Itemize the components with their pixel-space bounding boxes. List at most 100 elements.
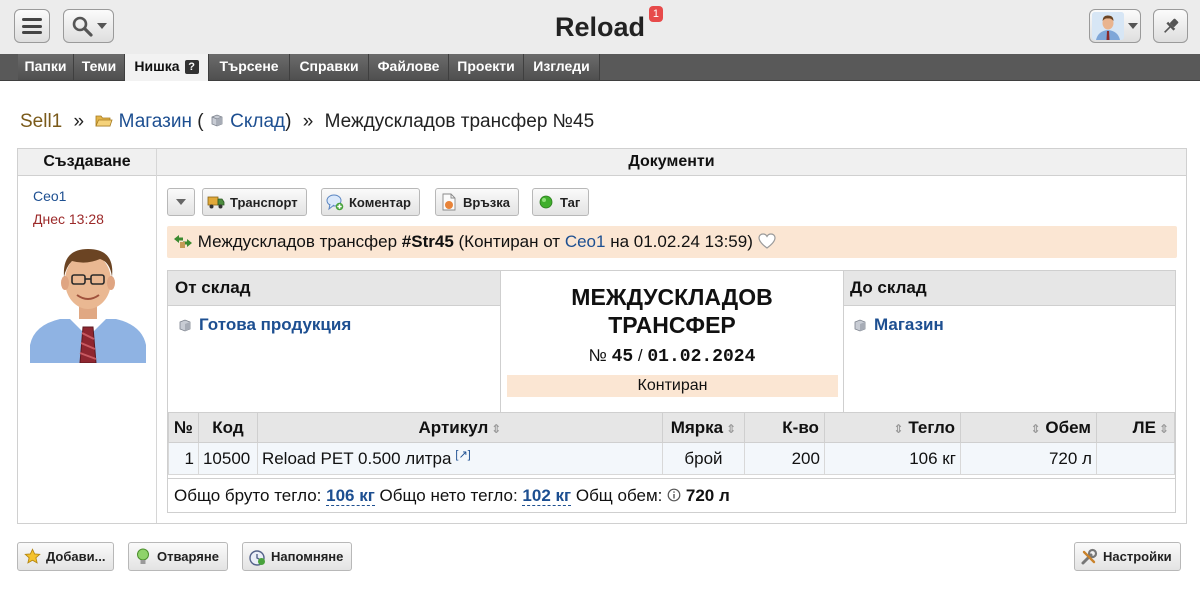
table-header-row: № Код Артикул ⇕ Мярка ⇕ К-во ⇕ Тегло ⇕ Обе… xyxy=(168,412,1176,443)
remind-button[interactable]: Напомняне xyxy=(242,542,353,571)
open-label: Отваряне xyxy=(157,549,219,564)
transport-button[interactable]: Транспорт xyxy=(202,188,307,216)
col-weight[interactable]: ⇕ Тегло xyxy=(823,412,961,443)
volume-value: 720 л xyxy=(685,486,730,505)
tab-topics[interactable]: Теми xyxy=(74,54,125,80)
cell-qty: 200 xyxy=(743,442,825,475)
remind-label: Напомняне xyxy=(271,549,344,564)
created-time: Днес 13:28 xyxy=(33,211,104,227)
tab-projects[interactable]: Проекти xyxy=(449,54,524,80)
breadcrumb-current: Междускладов трансфер №45 xyxy=(324,111,595,132)
col-le-label: ЛЕ xyxy=(1132,417,1156,437)
breadcrumb-folder-link[interactable]: Магазин xyxy=(119,111,192,132)
link-label: Връзка xyxy=(463,194,511,210)
comment-label: Коментар xyxy=(349,194,411,210)
net-weight-label: Общо нето тегло: xyxy=(379,486,518,505)
tab-views[interactable]: Изгледи xyxy=(524,54,600,80)
comment-button[interactable]: Коментар xyxy=(321,188,420,216)
to-warehouse-link[interactable]: Магазин xyxy=(874,315,944,335)
avatar xyxy=(1092,12,1124,40)
tab-files[interactable]: Файлове xyxy=(369,54,449,80)
truck-icon xyxy=(207,193,225,211)
bulb-icon xyxy=(134,548,152,566)
tag-dot-icon xyxy=(537,193,555,211)
star-icon xyxy=(23,548,41,566)
user-menu-button[interactable] xyxy=(1089,9,1141,43)
cell-code: 10500 xyxy=(197,442,258,475)
more-actions-button[interactable] xyxy=(167,188,195,216)
cell-article: Reload PET 0.500 литра [↗] xyxy=(256,442,663,475)
help-icon[interactable]: ? xyxy=(184,60,199,74)
divider xyxy=(843,271,844,412)
net-weight-value[interactable]: 102 кг xyxy=(522,486,572,506)
box-icon xyxy=(211,114,223,127)
status-date-text: на 01.02.24 13:59) xyxy=(610,232,753,251)
table-row: 1 10500 Reload PET 0.500 литра [↗] брой 2… xyxy=(168,442,1176,475)
col-volume-label: Обем xyxy=(1045,417,1091,437)
link-doc-icon xyxy=(440,193,458,211)
transfer-icon xyxy=(174,235,192,248)
gross-weight-label: Общо бруто тегло: xyxy=(174,486,322,505)
cell-weight: 106 кг xyxy=(823,442,961,475)
box-icon xyxy=(179,319,191,332)
transport-label: Транспорт xyxy=(230,194,298,210)
sort-icon: ⇕ xyxy=(1158,421,1169,436)
pin-icon xyxy=(1163,18,1178,33)
document-status-line: Междускладов трансфер #Str45 (Контиран о… xyxy=(167,226,1177,258)
document-state: Контиран xyxy=(507,375,838,397)
chevron-down-icon xyxy=(176,199,186,205)
col-weight-label: Тегло xyxy=(908,417,955,437)
number-prefix: № xyxy=(588,346,607,365)
document-title-line2: ТРАНСФЕР xyxy=(608,312,736,338)
col-le[interactable]: ЛЕ ⇕ xyxy=(1095,412,1176,443)
cell-unit: брой xyxy=(661,442,745,475)
add-button[interactable]: Добави... xyxy=(17,542,115,571)
main-tabs: Папки Теми Нишка? Търсене Справки Файлов… xyxy=(0,54,1200,81)
breadcrumb-separator: » xyxy=(73,111,85,132)
document-card: От склад До склад Готова продукция Магаз… xyxy=(167,270,1176,513)
documents-header: Документи xyxy=(157,149,1186,176)
tag-label: Таг xyxy=(560,194,581,210)
col-article-label: Артикул xyxy=(418,417,489,437)
from-warehouse-label: От склад xyxy=(168,271,501,306)
from-warehouse-link[interactable]: Готова продукция xyxy=(199,315,351,335)
info-icon xyxy=(667,488,681,502)
sort-icon: ⇕ xyxy=(1030,421,1041,436)
notification-badge[interactable]: 1 xyxy=(648,6,664,22)
tag-button[interactable]: Таг xyxy=(532,188,590,216)
top-bar: Reload 1 xyxy=(0,0,1200,54)
to-warehouse-label: До склад xyxy=(843,271,1175,306)
breadcrumb-home[interactable]: Sell1 xyxy=(20,111,62,132)
document-number: № 45 / 01.02.2024 xyxy=(501,346,843,367)
status-user-link[interactable]: Сео1 xyxy=(565,232,606,251)
breadcrumb-open-paren: ( xyxy=(197,111,204,132)
link-button[interactable]: Връзка xyxy=(435,188,520,216)
col-unit[interactable]: Мярка ⇕ xyxy=(661,412,745,443)
open-button[interactable]: Отваряне xyxy=(128,542,228,571)
volume-label: Общ обем: xyxy=(575,486,663,505)
app-title-text: Reload xyxy=(554,12,646,42)
author-link[interactable]: Сео1 xyxy=(33,188,66,204)
tab-thread[interactable]: Нишка? xyxy=(125,54,209,81)
external-link-icon[interactable]: [↗] xyxy=(455,449,470,461)
col-qty: К-во xyxy=(743,412,825,443)
tab-folders[interactable]: Папки xyxy=(18,54,74,80)
gross-weight-value[interactable]: 106 кг xyxy=(326,486,375,506)
breadcrumb-store-link[interactable]: Склад xyxy=(230,111,285,132)
cell-le xyxy=(1095,442,1176,475)
status-prefix: Междускладов трансфер xyxy=(197,232,398,251)
cell-volume: 720 л xyxy=(959,442,1097,475)
heart-icon[interactable] xyxy=(758,233,776,249)
folder-icon xyxy=(95,115,113,127)
tab-reports[interactable]: Справки xyxy=(290,54,369,80)
thread-frame: Създаване Сео1 Днес 13:28 Документи Тран… xyxy=(17,148,1187,524)
col-article[interactable]: Артикул ⇕ xyxy=(256,412,663,443)
sort-icon: ⇕ xyxy=(893,421,904,436)
settings-button[interactable]: Настройки xyxy=(1074,542,1181,571)
col-volume[interactable]: ⇕ Обем xyxy=(959,412,1097,443)
tab-search[interactable]: Търсене xyxy=(209,54,290,80)
tab-thread-label: Нишка xyxy=(134,58,180,74)
status-posted-text: (Контиран от xyxy=(458,232,561,251)
chevron-down-icon xyxy=(1128,23,1138,29)
pin-button[interactable] xyxy=(1153,9,1188,43)
